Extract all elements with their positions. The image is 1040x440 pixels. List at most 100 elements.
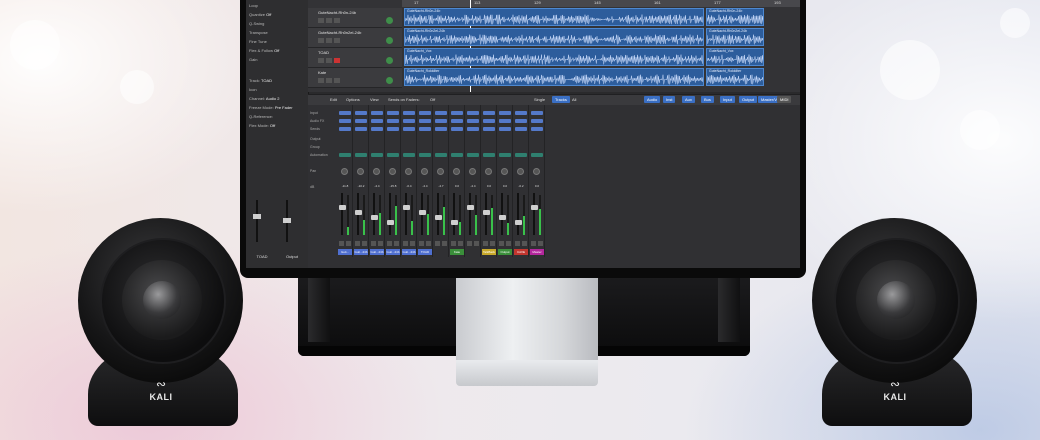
automation-read[interactable] <box>467 153 479 157</box>
mute-solo-button[interactable] <box>378 241 383 246</box>
fader-cap[interactable] <box>531 205 538 210</box>
sends-value[interactable]: Off <box>430 97 435 102</box>
track-button[interactable] <box>334 18 340 23</box>
automation-read[interactable] <box>531 153 543 157</box>
inspector-row[interactable]: Icon <box>249 87 257 92</box>
inspector-row[interactable]: Q-Swing <box>249 21 264 26</box>
mute-solo-button[interactable] <box>371 241 376 246</box>
channel-strip[interactable]: 0.0 Output <box>498 105 513 257</box>
track-button[interactable] <box>318 38 324 43</box>
mute-solo-button[interactable] <box>522 241 527 246</box>
pan-knob[interactable] <box>517 168 524 175</box>
channel-slot[interactable] <box>387 119 399 123</box>
inspector-value[interactable]: Audio 2 <box>266 96 280 101</box>
options-menu[interactable]: Options <box>346 97 360 102</box>
automation-read[interactable] <box>515 153 527 157</box>
audio-region[interactable]: GuteNacht_Rokkilter <box>706 68 764 86</box>
fader-cap[interactable] <box>253 214 261 219</box>
inspector-row[interactable]: Transpose <box>249 30 268 35</box>
inspector-row[interactable]: Flex Mode: Off <box>249 123 275 128</box>
inspector-row[interactable]: Q-Reference: <box>249 114 273 119</box>
pan-knob[interactable] <box>357 168 364 175</box>
audio-region[interactable]: GuteNacht-Rh0n-24b <box>404 8 704 26</box>
track-button[interactable] <box>318 58 324 63</box>
view-menu[interactable]: View <box>370 97 379 102</box>
automation-read[interactable] <box>387 153 399 157</box>
track-button[interactable] <box>318 78 324 83</box>
inspector-row[interactable]: Freeze Mode: Pre Fader <box>249 105 293 110</box>
inspector-row[interactable]: Loop <box>249 3 258 8</box>
pan-knob[interactable] <box>373 168 380 175</box>
pan-knob[interactable] <box>341 168 348 175</box>
pan-knob[interactable] <box>501 168 508 175</box>
channel-strip[interactable]: -4.4 <box>466 105 481 257</box>
channel-slot[interactable] <box>435 127 447 131</box>
inspector-row[interactable]: Gain <box>249 57 257 62</box>
inspector-row[interactable]: Quantize Off <box>249 12 271 17</box>
channel-slot[interactable] <box>339 127 351 131</box>
mute-solo-button[interactable] <box>538 241 543 246</box>
automation-read[interactable] <box>403 153 415 157</box>
channel-slot[interactable] <box>483 119 495 123</box>
mute-solo-button[interactable] <box>515 241 520 246</box>
channel-slot[interactable] <box>371 111 383 115</box>
fader-cap[interactable] <box>451 220 458 225</box>
automation-read[interactable] <box>339 153 351 157</box>
channel-strip[interactable]: -4.4 Guit...24b <box>370 105 385 257</box>
channel-slot[interactable] <box>531 111 543 115</box>
channel-slot[interactable] <box>515 119 527 123</box>
track-header[interactable]: TOAD <box>308 48 402 68</box>
track-button[interactable] <box>326 58 332 63</box>
ruler[interactable]: 17 113 129 145 161 177 193 <box>402 0 800 7</box>
fader-cap[interactable] <box>403 205 410 210</box>
view-tracks-button[interactable]: Tracks <box>552 96 570 103</box>
inspector-value[interactable]: Off <box>266 12 271 17</box>
channel-slot[interactable] <box>403 119 415 123</box>
audio-region[interactable]: GuteNacht_Vox <box>404 48 704 66</box>
filter-button[interactable]: Bus <box>701 96 714 103</box>
track-button[interactable] <box>326 38 332 43</box>
track-button[interactable] <box>334 78 340 83</box>
fader-track[interactable] <box>405 193 407 235</box>
mute-solo-button[interactable] <box>387 241 392 246</box>
pan-knob[interactable] <box>485 168 492 175</box>
fader-cap[interactable] <box>339 205 346 210</box>
mute-solo-button[interactable] <box>339 241 344 246</box>
track-button[interactable] <box>326 78 332 83</box>
mute-solo-button[interactable] <box>355 241 360 246</box>
fader-track[interactable] <box>469 193 471 235</box>
channel-slot[interactable] <box>483 127 495 131</box>
pan-knob[interactable] <box>469 168 476 175</box>
mute-solo-button[interactable] <box>410 241 415 246</box>
filter-button[interactable]: Output <box>739 96 758 103</box>
inspector-row[interactable]: Track: TOAD <box>249 78 272 83</box>
pan-knob[interactable] <box>421 168 428 175</box>
fader-cap[interactable] <box>435 215 442 220</box>
inspector-value[interactable]: Off <box>274 48 279 53</box>
mute-solo-button[interactable] <box>506 241 511 246</box>
mute-solo-button[interactable] <box>499 241 504 246</box>
fader-cap[interactable] <box>483 210 490 215</box>
fader-track[interactable] <box>437 193 439 235</box>
channel-slot[interactable] <box>371 119 383 123</box>
automation-read[interactable] <box>499 153 511 157</box>
filter-button[interactable]: MIDI <box>777 96 792 103</box>
automation-read[interactable] <box>483 153 495 157</box>
fader-track[interactable] <box>389 193 391 235</box>
inspector-value[interactable]: Pre Fader <box>275 105 293 110</box>
channel-slot[interactable] <box>531 119 543 123</box>
track-header[interactable]: GuteNacht-Rh0n2el-24b <box>308 28 402 48</box>
track-header[interactable]: Kate <box>308 68 402 88</box>
audio-region[interactable]: GuteNacht-Rh0n2el-24b <box>404 28 704 46</box>
channel-slot[interactable] <box>403 127 415 131</box>
inspector-value[interactable]: TOAD <box>261 78 272 83</box>
channel-slot[interactable] <box>387 127 399 131</box>
pan-knob[interactable] <box>405 168 412 175</box>
automation-read[interactable] <box>355 153 367 157</box>
automation-read[interactable] <box>371 153 383 157</box>
mute-solo-button[interactable] <box>403 241 408 246</box>
fader-track[interactable] <box>373 193 375 235</box>
channel-slot[interactable] <box>451 119 463 123</box>
fader-cap[interactable] <box>515 220 522 225</box>
fader-cap[interactable] <box>467 205 474 210</box>
